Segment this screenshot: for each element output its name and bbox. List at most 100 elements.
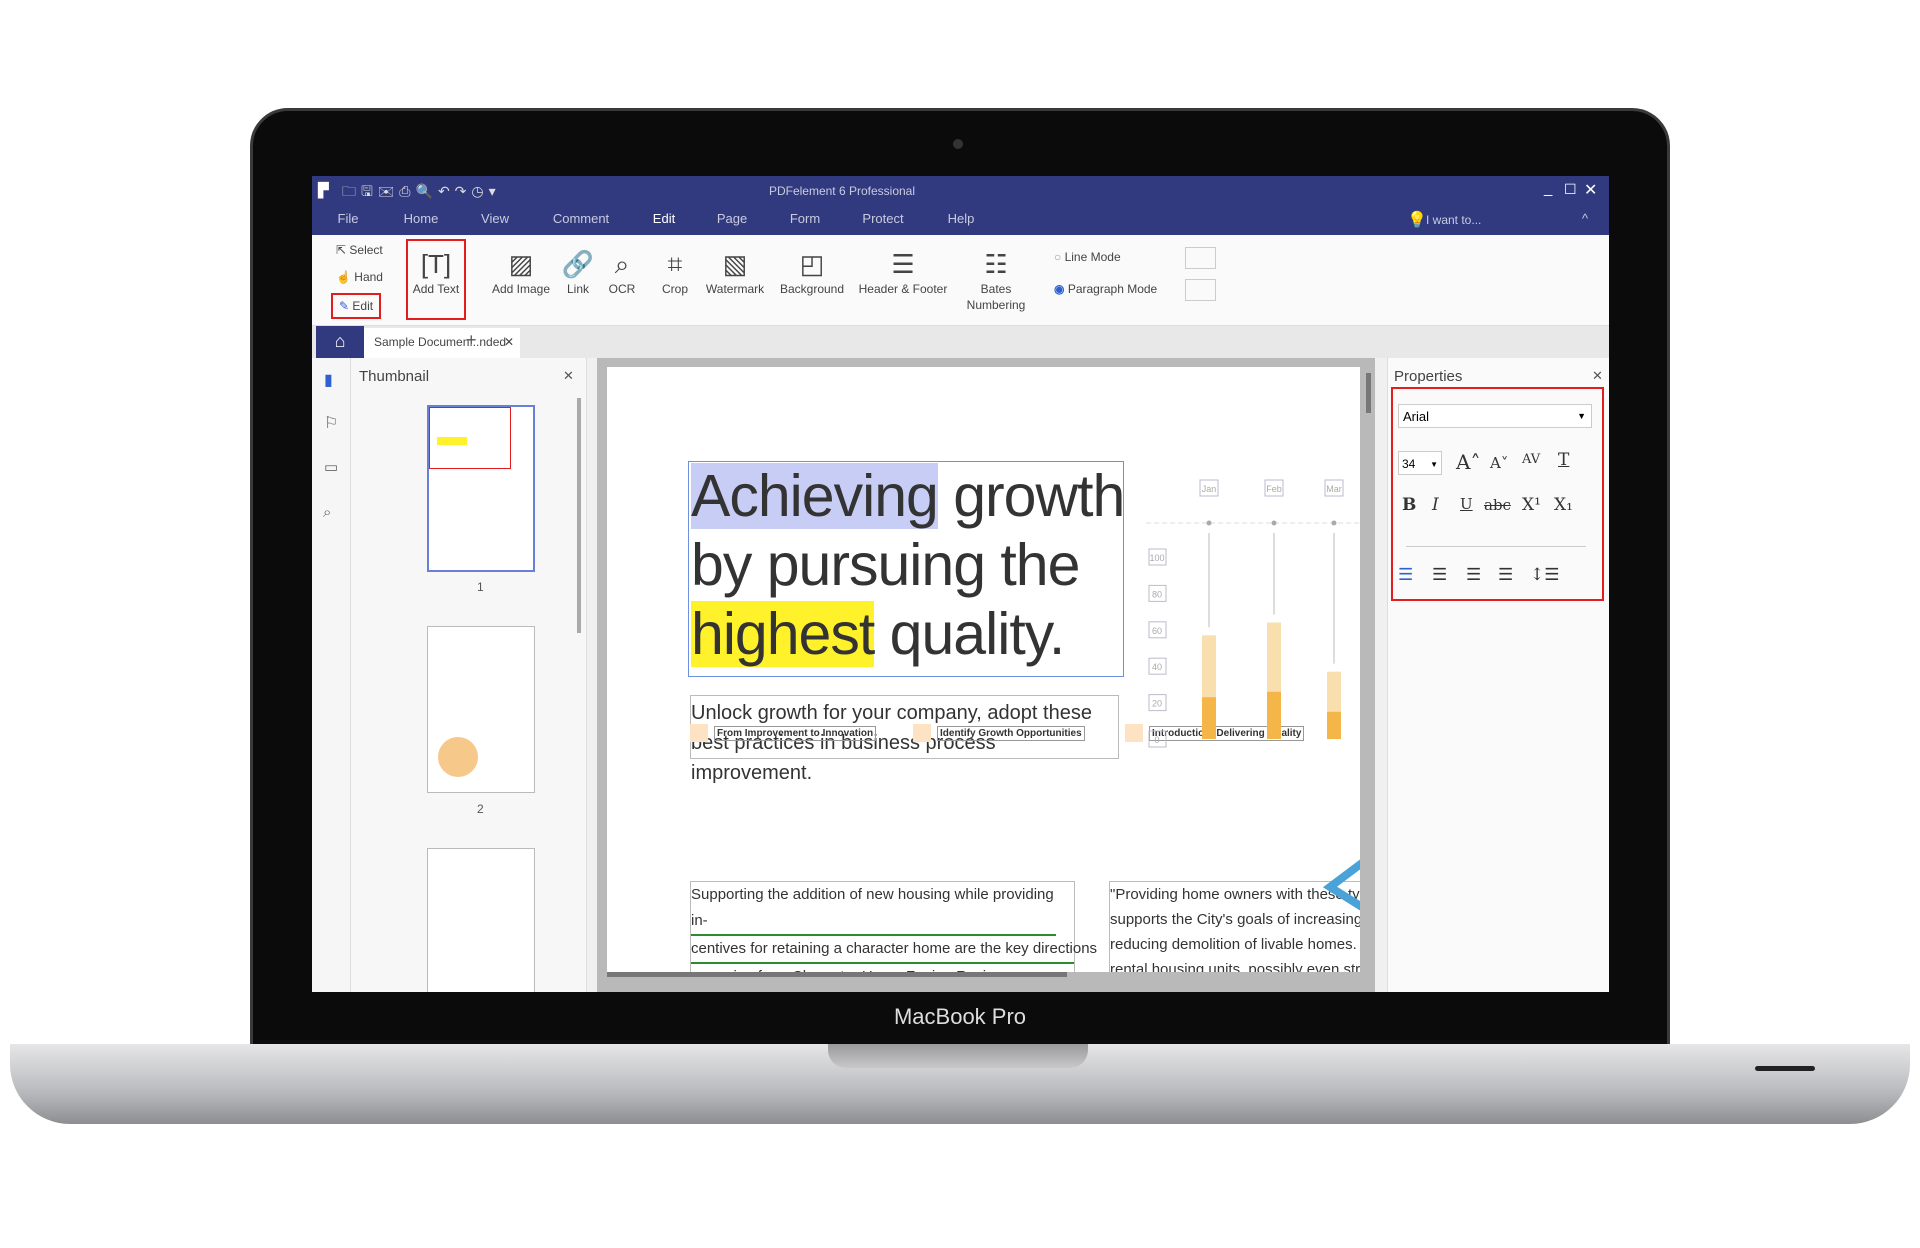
paragraph-left[interactable]: Supporting the addition of new housing w… [690, 881, 1097, 972]
y-tick-label: 40 [1152, 662, 1162, 672]
menu-view[interactable]: View [481, 211, 509, 226]
y-tick-label: 80 [1152, 589, 1162, 599]
collapse-ribbon-icon[interactable]: ^ [1582, 211, 1588, 226]
menu-comment[interactable]: Comment [553, 211, 609, 226]
chevron-down-icon: ▼ [1430, 460, 1438, 469]
para-line: reducing demolition of livable homes. It… [1110, 936, 1360, 953]
minimize-button[interactable]: _ [1544, 180, 1552, 197]
align-right-icon[interactable]: ☰ [1466, 565, 1481, 585]
header-footer-button[interactable]: ☰ Header & Footer [859, 247, 948, 297]
title-bar: ▛ 🗀🖫✉⎙🔍↶↷◷▾ PDFelement 6 Professional _ … [312, 176, 1609, 207]
section-icon [913, 724, 931, 742]
x-tick-label: Jan [1202, 484, 1217, 494]
font-family-select[interactable]: Arial ▼ [1398, 404, 1592, 428]
character-spacing-button[interactable]: AV [1522, 452, 1540, 467]
tool-label: Watermark [705, 282, 765, 296]
maximize-button[interactable]: ☐ [1564, 181, 1577, 198]
bookmark-icon[interactable]: ⚐ [324, 413, 338, 433]
bar-mar-base [1327, 711, 1341, 739]
menu-help[interactable]: Help [948, 211, 975, 226]
ocr-button[interactable]: ⌕ OCR [609, 247, 636, 297]
pdf-page: Achieving growth by pursuing the highest… [607, 367, 1360, 972]
comment-icon[interactable]: ▭ [324, 458, 338, 476]
workspace: ▮ ⚐ ▭ ⌕ Thumbnail ✕ 1 2 Achieving growth… [312, 358, 1609, 992]
y-tick-label: 100 [1149, 553, 1164, 563]
italic-button[interactable]: I [1432, 495, 1439, 515]
device-brand: MacBook Pro [893, 1004, 1027, 1029]
page-thumbnail-1[interactable] [427, 405, 535, 572]
tool-label: Background [779, 282, 845, 296]
line-spacing-icon[interactable]: ↕☰ [1530, 565, 1559, 585]
distribute-dropdown[interactable] [1185, 279, 1216, 301]
superscript-button[interactable]: X¹ [1522, 495, 1541, 515]
thumbnail-panel: Thumbnail ✕ 1 2 [351, 358, 587, 992]
align-center-icon[interactable]: ☰ [1432, 565, 1447, 585]
menu-home[interactable]: Home [404, 211, 439, 226]
section-label: From Improvement to Innovation [690, 724, 877, 742]
background-button[interactable]: ◰ Background [780, 247, 844, 297]
increase-font-button[interactable]: A˄ [1456, 450, 1480, 474]
text-edit-box[interactable]: Achieving growth by pursuing the highest… [688, 461, 1125, 677]
subscript-button[interactable]: X₁ [1554, 495, 1573, 515]
image-button[interactable]: ▨ Add Image [492, 247, 550, 297]
justify-icon[interactable]: ☰ [1498, 565, 1513, 585]
add-text-button[interactable]: [T] Add Text [413, 247, 459, 297]
close-tab-icon[interactable]: ✕ [504, 335, 514, 349]
underline-button[interactable]: U [1460, 495, 1473, 513]
strikethrough-button[interactable]: abc [1484, 496, 1511, 514]
watermark-button[interactable]: ▧ Watermark [706, 247, 764, 297]
y-tick-label: 20 [1152, 699, 1162, 709]
close-properties-button[interactable]: ✕ [1592, 368, 1603, 384]
crop-button[interactable]: ⌗ Crop [662, 247, 688, 297]
close-button[interactable]: ✕ [1584, 180, 1597, 200]
thumbnail-scrollbar[interactable] [577, 398, 581, 633]
select-tool[interactable]: ⇱ Select [336, 243, 383, 257]
align-dropdown[interactable] [1185, 247, 1216, 269]
decorative-chevron-icon [1322, 859, 1360, 911]
document-tab[interactable]: Sample Documen...nded ✕ [364, 328, 520, 358]
headline-text: growth [937, 463, 1125, 529]
decrease-font-button[interactable]: A˅ [1490, 454, 1508, 472]
tool-label: Add Text [412, 282, 460, 296]
para-line: rental housing units, possibly even stra… [1110, 961, 1360, 972]
line-mode-radio[interactable]: ○ Line Mode [1054, 250, 1121, 264]
laptop-notch [828, 1044, 1088, 1068]
new-tab-button[interactable]: + [466, 330, 477, 351]
page-thumbnail-3[interactable] [427, 848, 535, 992]
section-label-text: From Improvement to Innovation [714, 725, 877, 741]
thumbnail-icon[interactable]: ▮ [324, 370, 333, 390]
divider [1406, 546, 1586, 547]
edit-label: Edit [352, 299, 374, 313]
text-color-button[interactable]: T [1558, 450, 1569, 470]
horizontal-scrollbar[interactable] [607, 972, 1067, 977]
bar-feb-total [1267, 622, 1281, 692]
paragraph-mode-radio[interactable]: ◉ Paragraph Mode [1054, 282, 1157, 296]
hand-tool[interactable]: ☝ Hand [336, 270, 383, 284]
app-window: ▛ 🗀🖫✉⎙🔍↶↷◷▾ PDFelement 6 Professional _ … [312, 176, 1609, 992]
menu-file[interactable]: File [338, 211, 359, 226]
page-thumbnail-2[interactable] [427, 626, 535, 793]
bold-button[interactable]: B [1402, 495, 1416, 515]
vertical-scrollbar[interactable] [1366, 373, 1371, 413]
menu-page[interactable]: Page [717, 211, 747, 226]
align-left-icon[interactable]: ☰ [1398, 565, 1413, 585]
tool-label: Crop [661, 282, 689, 296]
radio-unchecked-icon: ○ [1054, 250, 1062, 264]
edit-tool[interactable]: ✎ Edit [331, 293, 381, 319]
section-icon [690, 724, 708, 742]
home-tab[interactable]: ⌂ [316, 326, 364, 358]
tool-label: OCR [608, 282, 636, 296]
line-mode-label: Line Mode [1064, 250, 1121, 264]
font-size-select[interactable]: 34 ▼ [1398, 451, 1442, 475]
close-thumbnail-button[interactable]: ✕ [563, 368, 574, 384]
search-icon[interactable]: ⌕ [323, 504, 331, 521]
menu-protect[interactable]: Protect [862, 211, 903, 226]
tool-label: Bates Numbering [966, 282, 1026, 312]
bates-button[interactable]: ☷ Bates Numbering [967, 247, 1026, 313]
watermark-icon: ▧ [722, 249, 748, 279]
search-input[interactable]: I want to... [1426, 213, 1481, 227]
tool-label: Add Image [491, 282, 551, 296]
menu-form[interactable]: Form [790, 211, 820, 226]
menu-edit[interactable]: Edit [653, 211, 675, 226]
link-button[interactable]: 🔗 Link [562, 247, 594, 297]
